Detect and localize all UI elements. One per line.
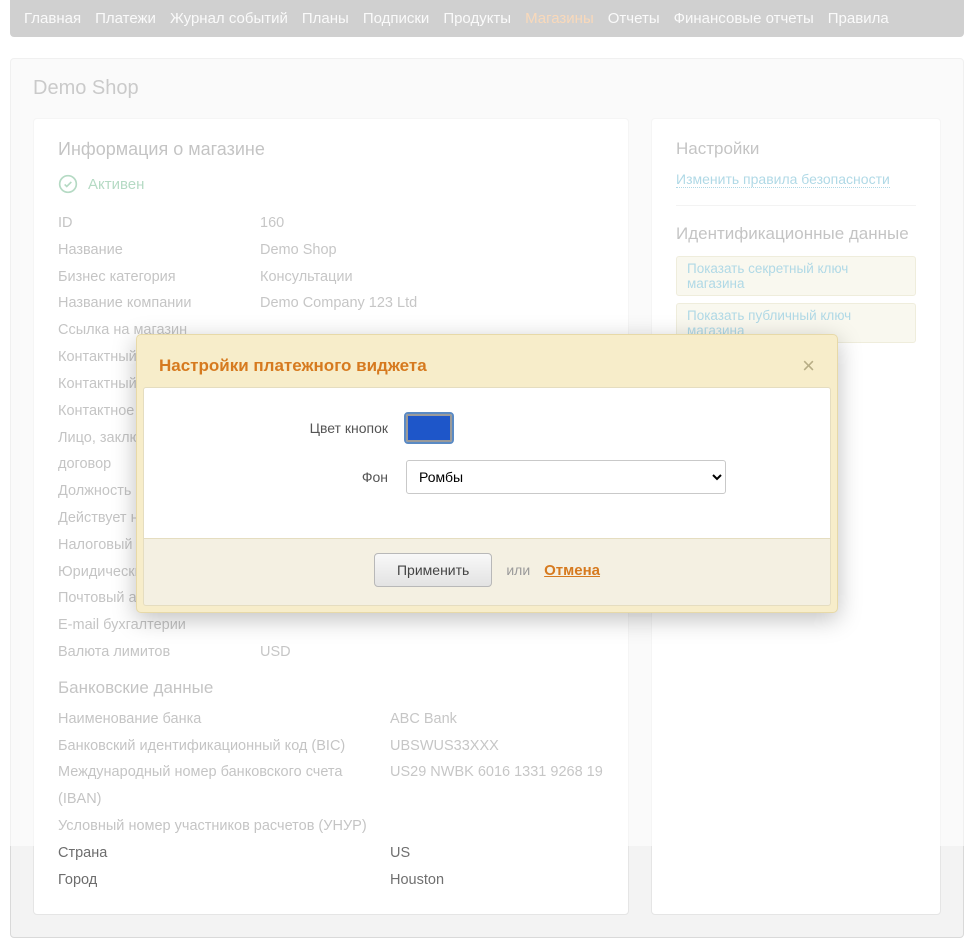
apply-button[interactable]: Применить: [374, 553, 492, 587]
button-color-label: Цвет кнопок: [168, 420, 388, 436]
or-text: или: [506, 562, 530, 578]
background-label: Фон: [168, 469, 388, 485]
background-select[interactable]: Ромбы: [406, 460, 726, 494]
bank-row-val: Houston: [390, 867, 444, 894]
cancel-link[interactable]: Отмена: [544, 562, 600, 579]
modal-title: Настройки платежного виджета: [159, 356, 427, 376]
close-icon[interactable]: ×: [802, 355, 815, 377]
widget-settings-modal: Настройки платежного виджета × Цвет кноп…: [136, 334, 838, 613]
bank-row-key: Город: [58, 867, 378, 894]
button-color-swatch[interactable]: [406, 414, 452, 442]
